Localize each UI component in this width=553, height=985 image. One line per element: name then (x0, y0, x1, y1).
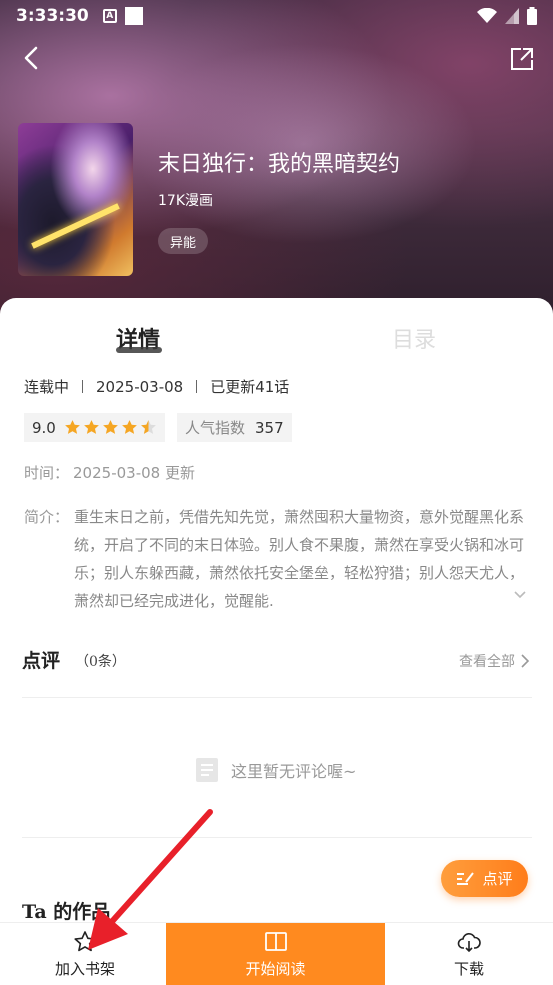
start-reading-button[interactable]: 开始阅读 (166, 923, 385, 985)
rating-box: 9.0 (24, 413, 165, 442)
wifi-icon (477, 8, 497, 23)
view-all-reviews-link[interactable]: 查看全部 (459, 651, 531, 671)
status-bar: 3:33:30 A (0, 0, 553, 32)
share-icon[interactable] (509, 46, 535, 72)
update-count: 已更新41话 (210, 378, 290, 396)
reviews-count: （0条） (75, 654, 126, 670)
meta-row: 连载中 2025-03-08 已更新41话 (24, 376, 289, 397)
empty-scroll-icon (196, 758, 218, 782)
serial-status: 连载中 (24, 378, 70, 396)
time-value: 2025-03-08 更新 (73, 464, 195, 482)
notification-a-icon: A (102, 9, 117, 23)
write-review-label: 点评 (482, 870, 513, 888)
time-label: 时间： (24, 464, 70, 482)
popularity-value: 357 (255, 418, 284, 437)
meta-divider (82, 380, 84, 393)
back-icon[interactable] (18, 44, 46, 72)
download-button[interactable]: 下载 (414, 923, 524, 985)
cloud-download-icon (457, 932, 481, 952)
download-label: 下载 (453, 959, 484, 978)
status-time: 3:33:30 (16, 6, 89, 26)
battery-icon (527, 7, 537, 25)
star-full-icon (64, 420, 80, 434)
update-time-row: 时间： 2025-03-08 更新 (24, 462, 195, 483)
chevron-right-icon (521, 654, 530, 668)
start-reading-label: 开始阅读 (245, 959, 306, 978)
book-source: 17K漫画 (158, 193, 213, 209)
popularity-box: 人气指数 357 (177, 413, 292, 442)
rating-stars (64, 419, 157, 436)
section-divider (22, 697, 532, 698)
section-divider (22, 837, 532, 838)
star-half-icon (140, 420, 156, 434)
synopsis-text: 重生末日之前，凭借先知先觉，萧然囤积大量物资，意外觉醒黑化系统，开启了不同的末日… (74, 508, 525, 610)
status-icons (477, 7, 537, 25)
rating-score: 9.0 (32, 418, 56, 437)
empty-reviews: 这里暂无评论喔~ (193, 756, 356, 784)
notification-square-icon (124, 7, 143, 25)
synopsis-label: 简介： (24, 508, 70, 526)
bottom-action-bar: 加入书架 开始阅读 下载 (0, 922, 553, 985)
tab-catalog[interactable]: 目录 (392, 322, 436, 354)
book-cover[interactable] (18, 123, 133, 276)
tab-detail-indicator (116, 347, 162, 353)
reviews-heading: 点评 (22, 650, 61, 672)
cover-art-bolt (31, 203, 120, 249)
star-full-icon (121, 420, 137, 434)
pen-lines-icon (457, 871, 475, 885)
meta-divider (196, 380, 198, 393)
star-full-icon (102, 420, 118, 434)
publish-date: 2025-03-08 (96, 377, 184, 396)
add-to-shelf-button[interactable]: 加入书架 (30, 923, 140, 985)
author-works-heading: Ta 的作品 (22, 901, 111, 923)
star-full-icon (83, 420, 99, 434)
book-open-icon (264, 931, 287, 951)
popularity-label: 人气指数 (185, 419, 246, 437)
star-outline-icon (74, 930, 96, 951)
chevron-down-icon[interactable] (512, 587, 528, 603)
signal-icon (505, 8, 519, 24)
synopsis[interactable]: 简介： 重生末日之前，凭借先知先觉，萧然囤积大量物资，意外觉醒黑化系统，开启了不… (24, 503, 532, 615)
write-review-button[interactable]: 点评 (441, 860, 528, 897)
add-to-shelf-label: 加入书架 (54, 959, 115, 978)
view-all-label: 查看全部 (459, 654, 515, 670)
empty-reviews-text: 这里暂无评论喔~ (231, 762, 357, 781)
book-title: 末日独行：我的黑暗契约 (158, 152, 401, 177)
genre-tag[interactable]: 异能 (158, 228, 209, 254)
